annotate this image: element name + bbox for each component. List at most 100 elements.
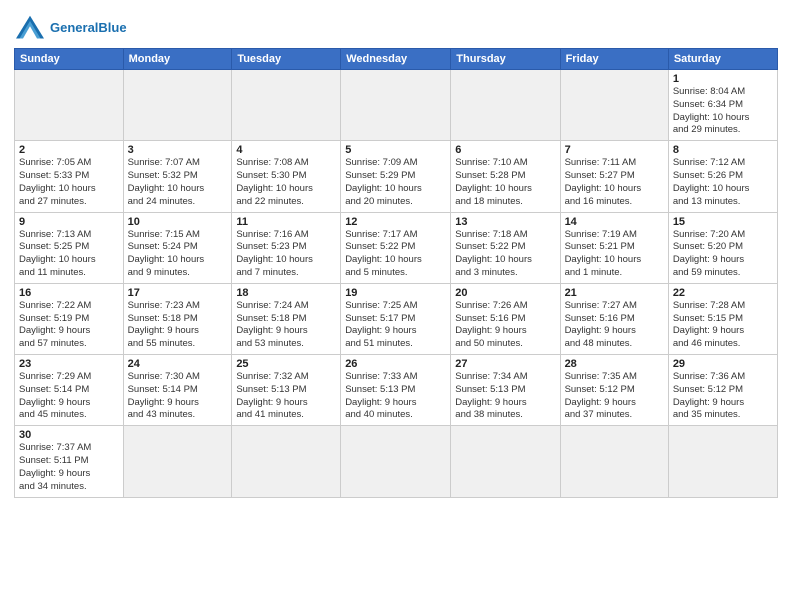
day-cell-30: 25Sunrise: 7:32 AM Sunset: 5:13 PM Dayli… — [232, 355, 341, 426]
week-row-5: 23Sunrise: 7:29 AM Sunset: 5:14 PM Dayli… — [15, 355, 778, 426]
day-info: Sunrise: 7:16 AM Sunset: 5:23 PM Dayligh… — [236, 229, 336, 280]
weekday-header-thursday: Thursday — [451, 49, 560, 70]
day-cell-17: 12Sunrise: 7:17 AM Sunset: 5:22 PM Dayli… — [341, 212, 451, 283]
day-cell-14: 9Sunrise: 7:13 AM Sunset: 5:25 PM Daylig… — [15, 212, 124, 283]
day-number: 13 — [455, 216, 555, 228]
logo-blue: Blue — [98, 20, 126, 35]
day-info: Sunrise: 7:26 AM Sunset: 5:16 PM Dayligh… — [455, 300, 555, 351]
day-info: Sunrise: 7:37 AM Sunset: 5:11 PM Dayligh… — [19, 442, 119, 493]
day-number: 28 — [565, 358, 664, 370]
day-cell-0 — [15, 70, 124, 141]
day-number: 10 — [128, 216, 228, 228]
day-number: 4 — [236, 144, 336, 156]
logo-text: GeneralBlue — [50, 20, 127, 36]
day-cell-2 — [232, 70, 341, 141]
day-number: 8 — [673, 144, 773, 156]
day-info: Sunrise: 7:24 AM Sunset: 5:18 PM Dayligh… — [236, 300, 336, 351]
day-cell-33: 28Sunrise: 7:35 AM Sunset: 5:12 PM Dayli… — [560, 355, 668, 426]
day-info: Sunrise: 7:10 AM Sunset: 5:28 PM Dayligh… — [455, 157, 555, 208]
day-cell-37 — [232, 426, 341, 497]
day-info: Sunrise: 7:22 AM Sunset: 5:19 PM Dayligh… — [19, 300, 119, 351]
day-number: 19 — [345, 287, 446, 299]
day-cell-9: 4Sunrise: 7:08 AM Sunset: 5:30 PM Daylig… — [232, 141, 341, 212]
day-number: 1 — [673, 73, 773, 85]
day-cell-32: 27Sunrise: 7:34 AM Sunset: 5:13 PM Dayli… — [451, 355, 560, 426]
day-info: Sunrise: 7:09 AM Sunset: 5:29 PM Dayligh… — [345, 157, 446, 208]
day-info: Sunrise: 7:19 AM Sunset: 5:21 PM Dayligh… — [565, 229, 664, 280]
day-cell-4 — [451, 70, 560, 141]
day-cell-41 — [668, 426, 777, 497]
day-info: Sunrise: 7:32 AM Sunset: 5:13 PM Dayligh… — [236, 371, 336, 422]
day-cell-13: 8Sunrise: 7:12 AM Sunset: 5:26 PM Daylig… — [668, 141, 777, 212]
weekday-header-monday: Monday — [123, 49, 232, 70]
weekday-header-row: SundayMondayTuesdayWednesdayThursdayFrid… — [15, 49, 778, 70]
day-number: 18 — [236, 287, 336, 299]
day-number: 16 — [19, 287, 119, 299]
calendar-body: 1Sunrise: 8:04 AM Sunset: 6:34 PM Daylig… — [15, 70, 778, 498]
day-info: Sunrise: 7:08 AM Sunset: 5:30 PM Dayligh… — [236, 157, 336, 208]
day-number: 11 — [236, 216, 336, 228]
day-info: Sunrise: 7:15 AM Sunset: 5:24 PM Dayligh… — [128, 229, 228, 280]
day-number: 5 — [345, 144, 446, 156]
day-number: 22 — [673, 287, 773, 299]
day-info: Sunrise: 7:05 AM Sunset: 5:33 PM Dayligh… — [19, 157, 119, 208]
week-row-4: 16Sunrise: 7:22 AM Sunset: 5:19 PM Dayli… — [15, 283, 778, 354]
weekday-header-wednesday: Wednesday — [341, 49, 451, 70]
day-info: Sunrise: 7:34 AM Sunset: 5:13 PM Dayligh… — [455, 371, 555, 422]
calendar-header: SundayMondayTuesdayWednesdayThursdayFrid… — [15, 49, 778, 70]
day-info: Sunrise: 7:27 AM Sunset: 5:16 PM Dayligh… — [565, 300, 664, 351]
day-cell-25: 20Sunrise: 7:26 AM Sunset: 5:16 PM Dayli… — [451, 283, 560, 354]
day-number: 14 — [565, 216, 664, 228]
day-cell-10: 5Sunrise: 7:09 AM Sunset: 5:29 PM Daylig… — [341, 141, 451, 212]
day-cell-16: 11Sunrise: 7:16 AM Sunset: 5:23 PM Dayli… — [232, 212, 341, 283]
day-info: Sunrise: 7:17 AM Sunset: 5:22 PM Dayligh… — [345, 229, 446, 280]
day-cell-28: 23Sunrise: 7:29 AM Sunset: 5:14 PM Dayli… — [15, 355, 124, 426]
day-cell-20: 15Sunrise: 7:20 AM Sunset: 5:20 PM Dayli… — [668, 212, 777, 283]
day-info: Sunrise: 7:33 AM Sunset: 5:13 PM Dayligh… — [345, 371, 446, 422]
day-cell-22: 17Sunrise: 7:23 AM Sunset: 5:18 PM Dayli… — [123, 283, 232, 354]
day-info: Sunrise: 7:25 AM Sunset: 5:17 PM Dayligh… — [345, 300, 446, 351]
weekday-header-saturday: Saturday — [668, 49, 777, 70]
day-cell-39 — [451, 426, 560, 497]
day-info: Sunrise: 7:20 AM Sunset: 5:20 PM Dayligh… — [673, 229, 773, 280]
day-number: 20 — [455, 287, 555, 299]
day-info: Sunrise: 8:04 AM Sunset: 6:34 PM Dayligh… — [673, 86, 773, 137]
day-cell-24: 19Sunrise: 7:25 AM Sunset: 5:17 PM Dayli… — [341, 283, 451, 354]
logo-general: General — [50, 20, 98, 35]
day-number: 3 — [128, 144, 228, 156]
day-cell-34: 29Sunrise: 7:36 AM Sunset: 5:12 PM Dayli… — [668, 355, 777, 426]
day-info: Sunrise: 7:23 AM Sunset: 5:18 PM Dayligh… — [128, 300, 228, 351]
week-row-2: 2Sunrise: 7:05 AM Sunset: 5:33 PM Daylig… — [15, 141, 778, 212]
day-info: Sunrise: 7:29 AM Sunset: 5:14 PM Dayligh… — [19, 371, 119, 422]
day-cell-26: 21Sunrise: 7:27 AM Sunset: 5:16 PM Dayli… — [560, 283, 668, 354]
day-cell-29: 24Sunrise: 7:30 AM Sunset: 5:14 PM Dayli… — [123, 355, 232, 426]
weekday-header-friday: Friday — [560, 49, 668, 70]
week-row-1: 1Sunrise: 8:04 AM Sunset: 6:34 PM Daylig… — [15, 70, 778, 141]
logo: GeneralBlue — [14, 14, 127, 42]
header: GeneralBlue — [14, 10, 778, 42]
day-cell-36 — [123, 426, 232, 497]
day-number: 2 — [19, 144, 119, 156]
day-number: 6 — [455, 144, 555, 156]
day-cell-11: 6Sunrise: 7:10 AM Sunset: 5:28 PM Daylig… — [451, 141, 560, 212]
day-cell-35: 30Sunrise: 7:37 AM Sunset: 5:11 PM Dayli… — [15, 426, 124, 497]
day-number: 27 — [455, 358, 555, 370]
day-cell-21: 16Sunrise: 7:22 AM Sunset: 5:19 PM Dayli… — [15, 283, 124, 354]
weekday-header-sunday: Sunday — [15, 49, 124, 70]
day-cell-23: 18Sunrise: 7:24 AM Sunset: 5:18 PM Dayli… — [232, 283, 341, 354]
day-number: 15 — [673, 216, 773, 228]
day-number: 9 — [19, 216, 119, 228]
day-cell-38 — [341, 426, 451, 497]
day-cell-27: 22Sunrise: 7:28 AM Sunset: 5:15 PM Dayli… — [668, 283, 777, 354]
day-cell-31: 26Sunrise: 7:33 AM Sunset: 5:13 PM Dayli… — [341, 355, 451, 426]
day-number: 12 — [345, 216, 446, 228]
day-cell-18: 13Sunrise: 7:18 AM Sunset: 5:22 PM Dayli… — [451, 212, 560, 283]
day-cell-19: 14Sunrise: 7:19 AM Sunset: 5:21 PM Dayli… — [560, 212, 668, 283]
week-row-3: 9Sunrise: 7:13 AM Sunset: 5:25 PM Daylig… — [15, 212, 778, 283]
day-cell-5 — [560, 70, 668, 141]
day-info: Sunrise: 7:35 AM Sunset: 5:12 PM Dayligh… — [565, 371, 664, 422]
day-number: 21 — [565, 287, 664, 299]
day-cell-1 — [123, 70, 232, 141]
day-cell-12: 7Sunrise: 7:11 AM Sunset: 5:27 PM Daylig… — [560, 141, 668, 212]
day-number: 17 — [128, 287, 228, 299]
